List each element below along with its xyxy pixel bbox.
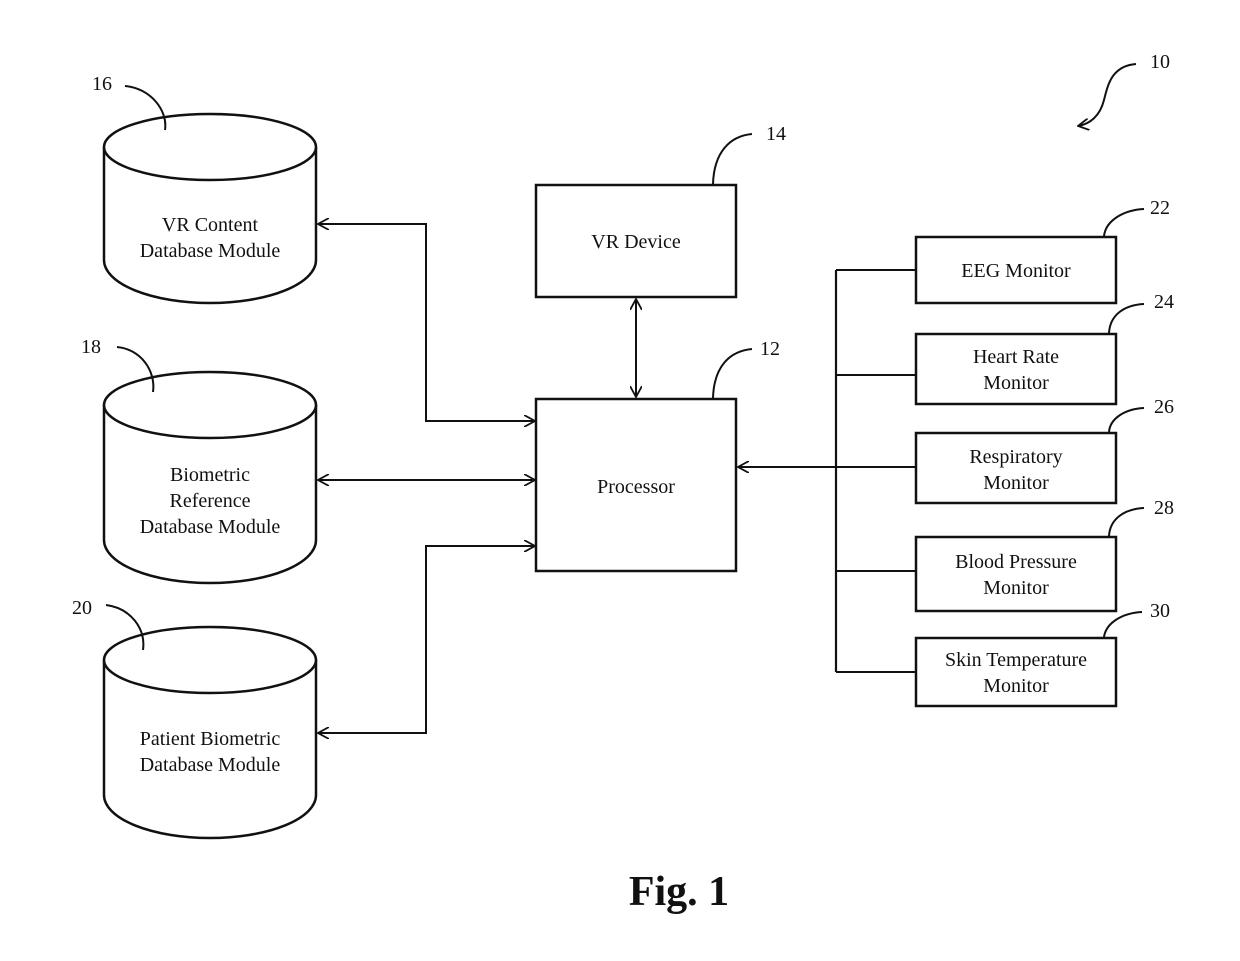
- patient-biometric-database-label: Patient Biometric Database Module: [140, 726, 281, 778]
- heart-rate-monitor-label: Heart Rate Monitor: [973, 344, 1059, 396]
- vr-device-label: VR Device: [591, 231, 681, 253]
- leader-14: [712, 133, 753, 185]
- label-line: Database Module: [139, 240, 281, 262]
- label-line: EEG Monitor: [961, 260, 1071, 282]
- biometric-reference-database-label: Biometric Reference Database Module: [140, 462, 281, 540]
- label-line: Biometric: [170, 464, 250, 486]
- label-line: Database Module: [139, 754, 281, 776]
- leader-22: [1103, 208, 1145, 237]
- ref-20: 20: [72, 597, 92, 619]
- label-line: Patient Biometric: [139, 728, 281, 750]
- ref-28: 28: [1154, 497, 1174, 519]
- label-line: Monitor: [983, 372, 1049, 394]
- leader-30: [1103, 611, 1143, 638]
- label-line: Reference: [169, 490, 251, 512]
- respiratory-monitor-label: Respiratory Monitor: [969, 444, 1062, 496]
- leader-26: [1108, 407, 1145, 433]
- figure-caption: Fig. 1: [628, 869, 730, 915]
- ref-22: 22: [1150, 197, 1170, 219]
- ref-30: 30: [1150, 600, 1170, 622]
- connector-processor-patient-biometric-db: [318, 546, 535, 733]
- system-reference-arrow-icon: [1078, 63, 1137, 126]
- label-line: Monitor: [983, 675, 1049, 697]
- label-line: Monitor: [983, 577, 1049, 599]
- leader-28: [1108, 507, 1145, 537]
- leader-12: [712, 348, 753, 399]
- ref-24: 24: [1154, 291, 1174, 313]
- ref-16: 16: [92, 73, 112, 95]
- blood-pressure-monitor-label: Blood Pressure Monitor: [955, 549, 1077, 601]
- label-line: Respiratory: [969, 446, 1063, 468]
- skin-temperature-monitor-label: Skin Temperature Monitor: [945, 647, 1087, 699]
- label-line: Skin Temperature: [944, 649, 1088, 671]
- ref-12: 12: [760, 338, 780, 360]
- ref-18: 18: [81, 336, 101, 358]
- eeg-monitor-label: EEG Monitor: [961, 258, 1070, 284]
- ref-14: 14: [766, 123, 786, 145]
- vr-content-database-label: VR Content Database Module: [140, 212, 281, 264]
- ref-26: 26: [1154, 396, 1174, 418]
- processor-label: Processor: [597, 476, 675, 498]
- leader-24: [1108, 303, 1145, 334]
- connector-processor-vr-content-db: [318, 224, 535, 421]
- vr-content-database-cylinder: [102, 112, 318, 305]
- ref-10: 10: [1150, 51, 1170, 73]
- label-line: Blood Pressure: [955, 551, 1077, 573]
- label-line: Database Module: [139, 516, 281, 538]
- label-line: Heart Rate: [972, 346, 1060, 368]
- label-line: Monitor: [983, 472, 1049, 494]
- label-line: VR Content: [161, 214, 259, 236]
